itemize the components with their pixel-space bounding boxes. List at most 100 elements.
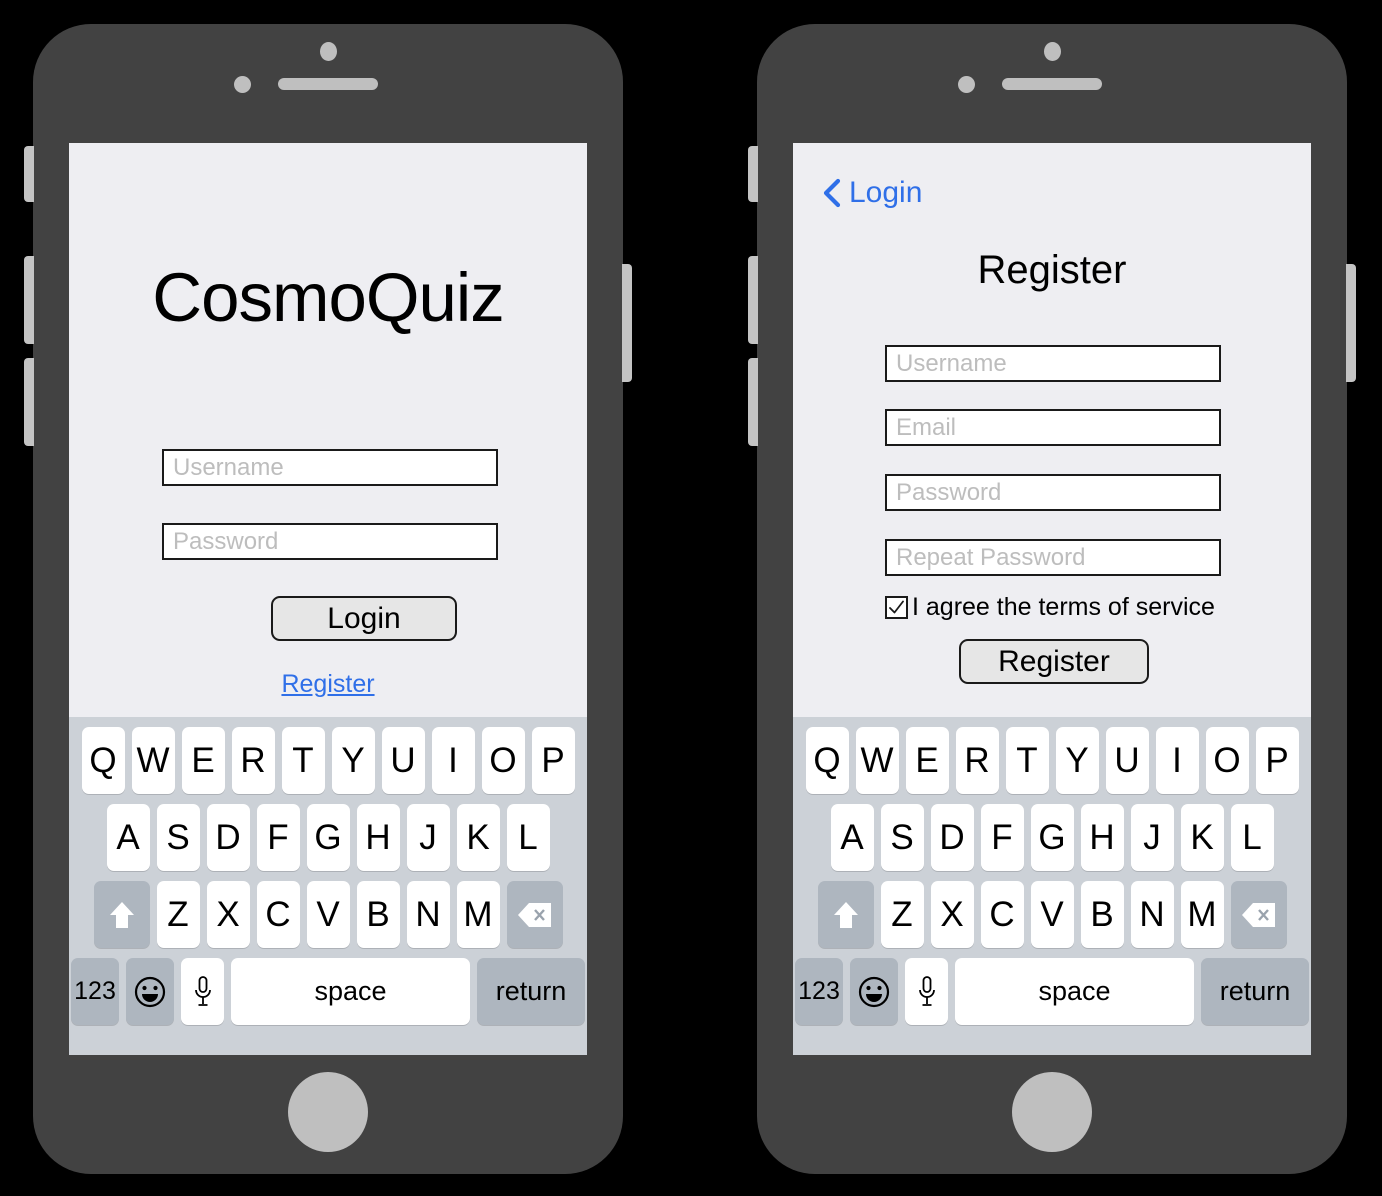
key-r[interactable]: R — [955, 727, 999, 794]
space-key[interactable]: space — [231, 958, 470, 1025]
key-x[interactable]: X — [930, 881, 974, 948]
power-button[interactable] — [1346, 264, 1356, 382]
key-w[interactable]: W — [855, 727, 899, 794]
shift-arrow-icon — [833, 901, 858, 928]
key-q[interactable]: Q — [81, 727, 125, 794]
key-e[interactable]: E — [181, 727, 225, 794]
key-i[interactable]: I — [431, 727, 475, 794]
key-n[interactable]: N — [406, 881, 450, 948]
volume-up-button[interactable] — [24, 256, 34, 344]
register-password-placeholder: Password — [896, 478, 1002, 506]
key-w[interactable]: W — [131, 727, 175, 794]
backspace-key[interactable] — [506, 881, 563, 948]
power-button[interactable] — [622, 264, 632, 382]
backspace-icon — [1241, 902, 1275, 927]
return-key[interactable]: return — [477, 958, 585, 1025]
key-j[interactable]: J — [406, 804, 450, 871]
key-c[interactable]: C — [256, 881, 300, 948]
key-b[interactable]: B — [1080, 881, 1124, 948]
mute-switch[interactable] — [24, 146, 34, 202]
key-v[interactable]: V — [306, 881, 350, 948]
register-email-input[interactable]: Email — [885, 409, 1221, 446]
key-p[interactable]: P — [1255, 727, 1299, 794]
login-username-input[interactable]: Username — [162, 449, 498, 486]
key-b[interactable]: B — [356, 881, 400, 948]
key-p[interactable]: P — [531, 727, 575, 794]
register-password-input[interactable]: Password — [885, 474, 1221, 511]
shift-key[interactable] — [93, 881, 150, 948]
volume-up-button[interactable] — [748, 256, 758, 344]
keyboard-row-3: Z X C V B N M — [69, 881, 587, 948]
key-s[interactable]: S — [156, 804, 200, 871]
home-button[interactable] — [288, 1072, 368, 1152]
key-e[interactable]: E — [905, 727, 949, 794]
key-v[interactable]: V — [1030, 881, 1074, 948]
key-o[interactable]: O — [481, 727, 525, 794]
terms-label: I agree the terms of service — [912, 593, 1215, 621]
numeric-key[interactable]: 123 — [795, 958, 843, 1025]
key-j[interactable]: J — [1130, 804, 1174, 871]
on-screen-keyboard-login: Q W E R T Y U I O P A S D F G H J K L Z … — [69, 717, 587, 1055]
key-r[interactable]: R — [231, 727, 275, 794]
checkmark-icon — [889, 600, 904, 614]
key-d[interactable]: D — [930, 804, 974, 871]
back-to-login-button[interactable]: Login — [822, 176, 922, 210]
key-i[interactable]: I — [1155, 727, 1199, 794]
key-x[interactable]: X — [206, 881, 250, 948]
key-f[interactable]: F — [980, 804, 1024, 871]
key-u[interactable]: U — [381, 727, 425, 794]
login-button[interactable]: Login — [271, 596, 457, 641]
key-h[interactable]: H — [1080, 804, 1124, 871]
key-o[interactable]: O — [1205, 727, 1249, 794]
register-repeat-password-input[interactable]: Repeat Password — [885, 539, 1221, 576]
emoji-key[interactable] — [126, 958, 174, 1025]
key-c[interactable]: C — [980, 881, 1024, 948]
key-z[interactable]: Z — [880, 881, 924, 948]
register-email-placeholder: Email — [896, 413, 957, 441]
app-title: CosmoQuiz — [152, 259, 504, 336]
microphone-key[interactable] — [181, 958, 224, 1025]
volume-down-button[interactable] — [748, 358, 758, 446]
register-link[interactable]: Register — [69, 670, 587, 699]
register-app-area: Login Register Username Email Password R… — [793, 143, 1311, 717]
terms-agreement-row[interactable]: I agree the terms of service — [885, 593, 1215, 622]
emoji-smiley-icon — [134, 976, 166, 1007]
key-k[interactable]: K — [1180, 804, 1224, 871]
key-a[interactable]: A — [830, 804, 874, 871]
terms-checkbox[interactable] — [885, 596, 908, 619]
key-a[interactable]: A — [106, 804, 150, 871]
key-z[interactable]: Z — [156, 881, 200, 948]
key-l[interactable]: L — [506, 804, 550, 871]
key-m[interactable]: M — [1180, 881, 1224, 948]
key-d[interactable]: D — [206, 804, 250, 871]
register-submit-button[interactable]: Register — [959, 639, 1149, 684]
microphone-key[interactable] — [905, 958, 948, 1025]
key-t[interactable]: T — [1005, 727, 1049, 794]
key-g[interactable]: G — [1030, 804, 1074, 871]
backspace-key[interactable] — [1230, 881, 1287, 948]
key-y[interactable]: Y — [331, 727, 375, 794]
emoji-key[interactable] — [850, 958, 898, 1025]
key-y[interactable]: Y — [1055, 727, 1099, 794]
key-l[interactable]: L — [1230, 804, 1274, 871]
key-t[interactable]: T — [281, 727, 325, 794]
mute-switch[interactable] — [748, 146, 758, 202]
key-h[interactable]: H — [356, 804, 400, 871]
space-key[interactable]: space — [955, 958, 1194, 1025]
key-g[interactable]: G — [306, 804, 350, 871]
volume-down-button[interactable] — [24, 358, 34, 446]
key-k[interactable]: K — [456, 804, 500, 871]
numeric-key[interactable]: 123 — [71, 958, 119, 1025]
home-button[interactable] — [1012, 1072, 1092, 1152]
key-u[interactable]: U — [1105, 727, 1149, 794]
key-m[interactable]: M — [456, 881, 500, 948]
key-f[interactable]: F — [256, 804, 300, 871]
key-s[interactable]: S — [880, 804, 924, 871]
shift-key[interactable] — [817, 881, 874, 948]
login-password-input[interactable]: Password — [162, 523, 498, 560]
return-key[interactable]: return — [1201, 958, 1309, 1025]
register-username-input[interactable]: Username — [885, 345, 1221, 382]
key-q[interactable]: Q — [805, 727, 849, 794]
back-label: Login — [849, 176, 923, 209]
key-n[interactable]: N — [1130, 881, 1174, 948]
